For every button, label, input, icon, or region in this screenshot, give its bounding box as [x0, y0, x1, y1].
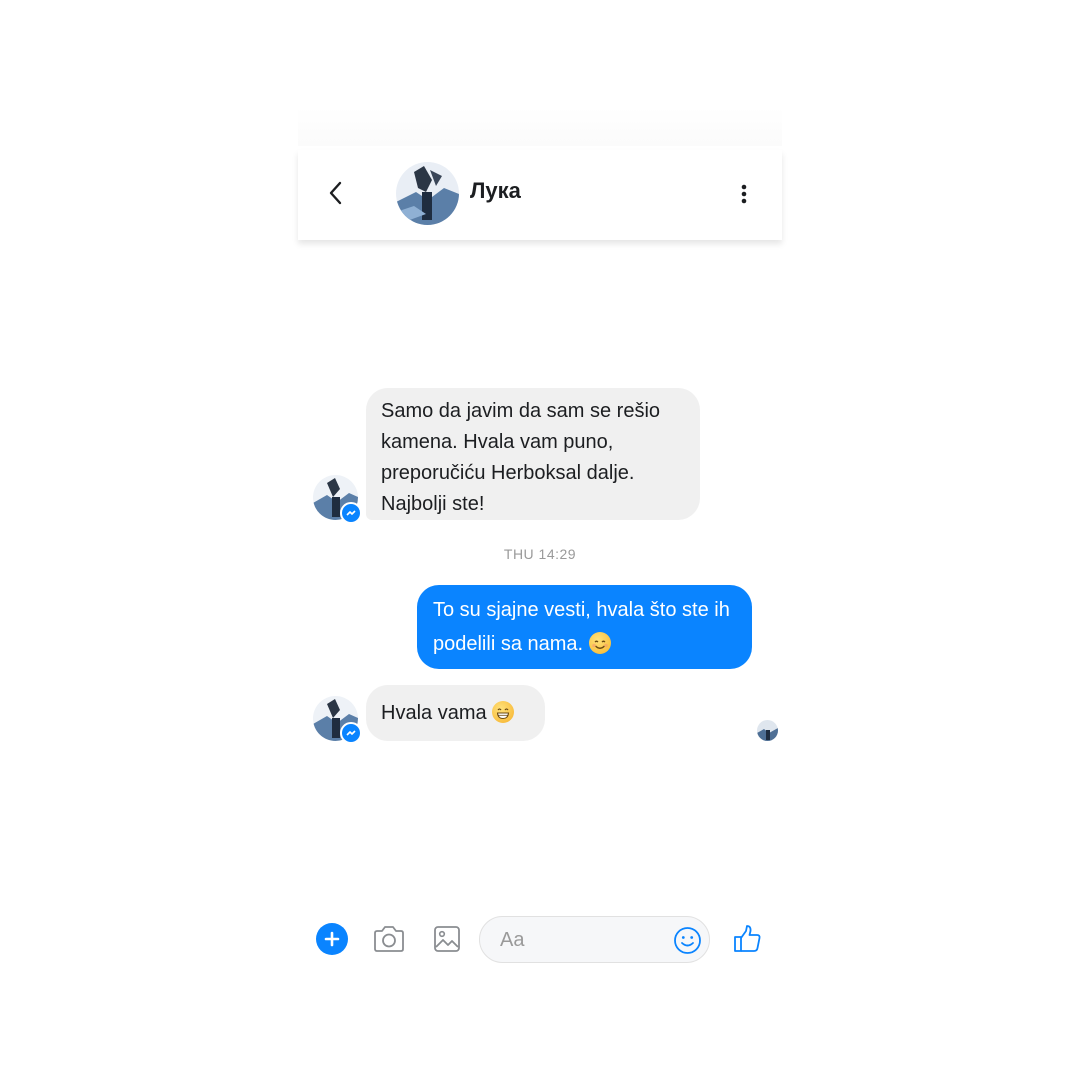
camera-button[interactable] — [372, 924, 406, 954]
more-vertical-icon — [741, 184, 747, 204]
more-options-button[interactable] — [732, 180, 756, 208]
incoming-message[interactable]: Samo da javim da sam se rešio kamena. Hv… — [366, 388, 700, 520]
image-icon — [434, 926, 460, 952]
emoji-button[interactable] — [673, 926, 702, 955]
message-text: Hvala vama — [381, 702, 487, 724]
smiley-icon — [674, 927, 701, 954]
grinning-face-icon — [492, 700, 515, 723]
back-button[interactable] — [322, 178, 350, 208]
incoming-message[interactable]: Hvala vama — [366, 685, 545, 741]
contact-name[interactable]: Лука — [470, 178, 521, 204]
messenger-icon — [346, 510, 356, 516]
smiling-face-icon — [588, 631, 611, 654]
add-button[interactable] — [316, 923, 348, 955]
read-receipt-avatar — [757, 720, 778, 741]
messenger-badge — [340, 502, 362, 524]
outgoing-message[interactable]: To su sjajne vesti, hvala što ste ih pod… — [417, 585, 752, 669]
conversation-header — [298, 150, 782, 240]
message-text: To su sjajne vesti, hvala što ste ih pod… — [433, 599, 730, 655]
status-bar-area — [298, 108, 782, 146]
message-input[interactable] — [498, 925, 672, 955]
plus-icon — [324, 931, 340, 947]
contact-avatar[interactable] — [396, 162, 459, 225]
chevron-left-icon — [329, 181, 342, 205]
thumbs-up-icon — [734, 925, 761, 952]
camera-icon — [374, 926, 404, 952]
gallery-button[interactable] — [433, 924, 461, 954]
messenger-badge — [340, 722, 362, 744]
messenger-icon — [346, 730, 356, 736]
like-button[interactable] — [733, 924, 762, 954]
message-timestamp: THU 14:29 — [503, 546, 577, 562]
